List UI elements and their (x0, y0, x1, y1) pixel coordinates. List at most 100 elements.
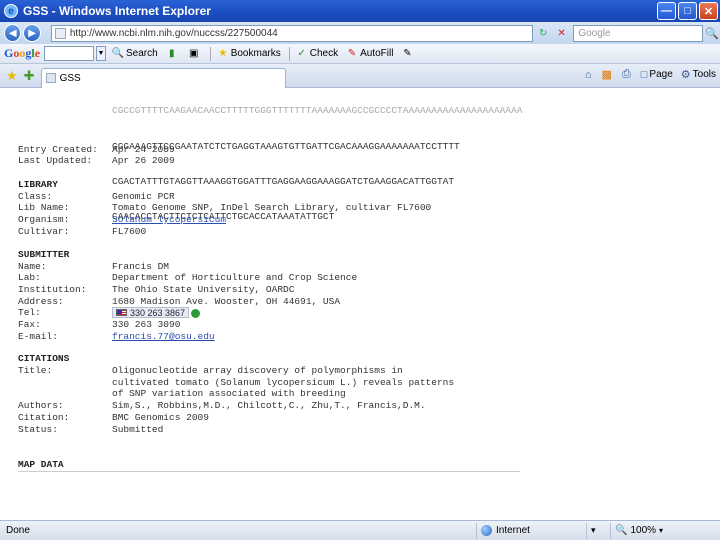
lib-class-label: Class: (18, 191, 53, 202)
tools-icon: ⚙ (680, 69, 691, 81)
chevron-down-icon: ▾ (591, 525, 596, 535)
last-updated-label: Last Updated: (18, 155, 93, 166)
page-icon (45, 73, 56, 83)
forward-button[interactable]: ▶ (23, 24, 41, 42)
tel-label: Tel: (18, 307, 41, 318)
fax-value: 330 263 3090 (112, 319, 181, 330)
tools-menu[interactable]: ⚙ Tools (681, 68, 716, 81)
email-link[interactable]: francis.77@osu.edu (112, 331, 215, 343)
zoom-icon: 🔍 (615, 525, 628, 536)
library-heading: LIBRARY (18, 179, 58, 190)
feeds-icon: ▩ (601, 69, 612, 81)
page-icon: □ (640, 68, 648, 81)
minimize-button[interactable]: — (657, 2, 676, 20)
address-url[interactable]: http://www.ncbi.nlm.nih.gov/nuccss/22750… (70, 28, 532, 39)
cultivar-label: Cultivar: (18, 226, 70, 237)
citation-title-line: cultivated tomato (Solanum lycopersicum … (112, 377, 455, 388)
entry-created-label: Entry Created: (18, 144, 98, 155)
skype-phone-badge[interactable]: 330 263 3867 (112, 307, 190, 318)
toolbar-divider (209, 46, 211, 61)
citation-label: Citation: (18, 412, 70, 423)
favorites-icon[interactable]: ★ (6, 68, 18, 84)
tab-title: GSS (59, 72, 81, 84)
tab-row: ★ ✚ GSS ⌂ ▩ ⎙ □ Page ⚙ Tools (0, 64, 720, 88)
search-input[interactable]: Google (573, 24, 703, 42)
protected-mode-toggle[interactable]: ▾ (586, 522, 610, 539)
print-icon: ⎙ (621, 68, 631, 80)
map-data-heading: MAP DATA (18, 459, 64, 470)
address-row: ◀ ▶ http://www.ncbi.nlm.nih.gov/nuccss/2… (0, 22, 720, 44)
tab-gss[interactable]: GSS (40, 67, 286, 88)
status-value: Submitted (112, 424, 164, 435)
authors-value: Sim,S., Robbins,M.D., Chilcott,C., Zhu,T… (112, 400, 426, 411)
close-button[interactable]: ✕ (699, 2, 718, 20)
address-bar[interactable]: http://www.ncbi.nlm.nih.gov/nuccss/22750… (50, 24, 533, 42)
feeds-button[interactable]: ▩ (602, 68, 614, 81)
lib-name-value: Tomato Genome SNP, InDel Search Library,… (112, 202, 432, 213)
maximize-button[interactable]: □ (678, 2, 697, 20)
us-flag-icon (116, 309, 127, 316)
window-title: GSS - Windows Internet Explorer (23, 4, 211, 18)
status-label: Status: (18, 424, 58, 435)
lib-name-label: Lib Name: (18, 202, 70, 213)
home-icon: ⌂ (584, 68, 592, 81)
address-value: 1680 Madison Ave. Wooster, OH 44691, USA (112, 296, 341, 307)
entry-created-value: Apr 24 2009 (112, 144, 175, 155)
internet-explorer-icon: e (4, 4, 18, 18)
status-bar: Done Internet ▾ 🔍 100% ▾ (0, 520, 720, 540)
sequence-line: CGCCGTTTTCAAGAACAACCTTTTTGGGTTTTTTTAAAAA… (112, 105, 523, 117)
spellcheck-button[interactable]: ✓ Check (296, 48, 339, 60)
edit-button[interactable]: ✎ (401, 48, 415, 60)
last-updated-value: Apr 26 2009 (112, 155, 175, 166)
add-favorites-icon[interactable]: ✚ (24, 68, 35, 84)
toolbar-search-button[interactable]: 🔍 Search (112, 48, 158, 60)
refresh-icon[interactable]: ↻ (536, 26, 551, 41)
cultivar-value: FL7600 (112, 226, 147, 237)
google-search-field[interactable] (44, 46, 95, 61)
title-label: Title: (18, 365, 53, 376)
lab-label: Lab: (18, 272, 41, 283)
chevron-down-icon: ▾ (659, 526, 664, 535)
submitter-heading: SUBMITTER (18, 249, 70, 260)
page-icon (54, 27, 66, 39)
chevron-down-icon[interactable]: ▼ (96, 46, 107, 61)
popup-icon: ▣ (188, 48, 199, 59)
fax-label: Fax: (18, 319, 41, 330)
star-icon: ★ (218, 48, 228, 59)
citation-title-line: Oligonucleotide array discovery of polym… (112, 365, 403, 376)
toolbar-divider (288, 46, 290, 61)
authors-label: Authors: (18, 400, 64, 411)
search-icon[interactable]: 🔍 (705, 25, 720, 41)
zoom-control[interactable]: 🔍 100% ▾ (610, 522, 670, 539)
status-text: Done (6, 525, 30, 536)
print-button[interactable]: ⎙ (622, 68, 633, 81)
organism-label: Organism: (18, 214, 70, 225)
page-menu[interactable]: □ Page (641, 69, 673, 81)
citation-value: BMC Genomics 2009 (112, 412, 209, 423)
sequence-line: CGACTATTTGTAGGTTAAAGGTGGATTTGAGGAAGGAAAG… (112, 175, 455, 187)
organism-link[interactable]: Solanum lycopersicum (112, 214, 226, 226)
pagerank-button[interactable]: ▮ (166, 48, 180, 60)
google-logo[interactable]: Google (4, 46, 40, 61)
google-toolbar: Google ▼ 🔍 Search ▮ ▣ ★ Bookmarks ✓ Check ✎… (0, 44, 720, 64)
bookmarks-button[interactable]: ★ Bookmarks (217, 48, 281, 60)
skype-icon[interactable] (191, 308, 201, 318)
autofill-button[interactable]: ✎ AutoFill (346, 48, 394, 60)
popup-blocker-button[interactable]: ▣ (188, 48, 202, 60)
divider (18, 471, 520, 472)
institution-label: Institution: (18, 284, 87, 295)
autofill-icon: ✎ (347, 48, 357, 59)
tel-value[interactable]: 330 263 3867 (112, 307, 201, 319)
home-button[interactable]: ⌂ (585, 69, 594, 81)
back-button[interactable]: ◀ (4, 24, 22, 42)
pagerank-icon: ▮ (168, 48, 175, 59)
spellcheck-icon: ✓ (297, 48, 306, 59)
citations-heading: CITATIONS (18, 353, 70, 364)
stop-icon[interactable]: ✕ (554, 26, 569, 41)
globe-icon (481, 525, 492, 536)
lib-class-value: Genomic PCR (112, 191, 175, 202)
window-title-bar: e GSS - Windows Internet Explorer — □ ✕ (0, 0, 720, 22)
pencil-icon: ✎ (403, 48, 412, 59)
command-bar: ⌂ ▩ ⎙ □ Page ⚙ Tools (577, 68, 716, 81)
security-zone[interactable]: Internet (476, 522, 586, 539)
